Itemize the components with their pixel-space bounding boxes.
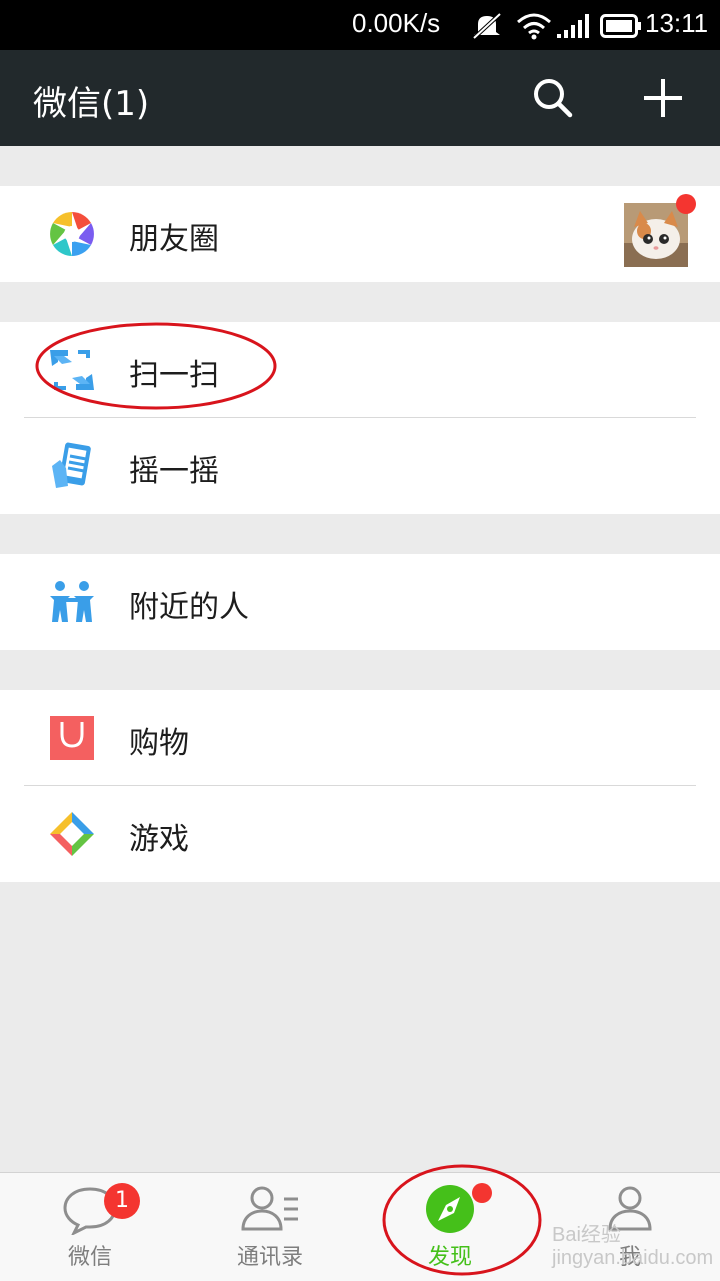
menu-item-label: 游戏	[129, 822, 189, 857]
moments-aperture-icon	[50, 212, 94, 256]
scan-icon	[50, 350, 94, 390]
nearby-group: 附近的人	[0, 554, 720, 650]
unread-badge: 1	[104, 1183, 140, 1219]
people-nearby-icon	[50, 581, 94, 622]
moments-group: 朋友圈	[0, 186, 720, 282]
menu-item-shopping[interactable]: 购物	[0, 690, 720, 786]
add-button[interactable]	[638, 73, 688, 123]
page-title: 微信(1)	[33, 84, 150, 124]
contacts-icon	[241, 1186, 298, 1231]
menu-item-nearby-people[interactable]: 附近的人	[0, 554, 720, 650]
tab-label: 微信	[67, 1245, 112, 1270]
app-header: 微信(1)	[0, 50, 720, 146]
clock: 13:11	[645, 8, 709, 38]
new-moments-dot	[676, 194, 696, 214]
tab-label: 通讯录	[236, 1245, 303, 1270]
wifi-icon	[517, 13, 551, 40]
tab-discover[interactable]: 发现	[360, 1173, 540, 1281]
battery-icon	[600, 14, 641, 38]
menu-item-label: 摇一摇	[129, 454, 219, 489]
shake-phone-icon	[52, 442, 91, 488]
games-icon	[50, 812, 94, 856]
menu-item-scan[interactable]: 扫一扫	[0, 322, 720, 418]
moments-latest-thumbnail	[624, 203, 688, 267]
tab-contacts[interactable]: 通讯录	[180, 1173, 360, 1281]
discover-dot	[472, 1183, 492, 1203]
watermark: Bai经验 jingyan.baidu.com	[552, 1224, 714, 1269]
mute-icon	[472, 12, 502, 40]
status-bar: 0.00K/s 13:11	[0, 0, 720, 50]
menu-item-label: 附近的人	[129, 590, 249, 625]
scan-shake-group: 扫一扫 摇一摇	[0, 322, 720, 514]
search-button[interactable]	[528, 73, 578, 123]
menu-item-games[interactable]: 游戏	[0, 786, 720, 882]
menu-item-label: 朋友圈	[129, 222, 219, 257]
signal-icon	[557, 14, 589, 38]
tab-label: 发现	[427, 1245, 472, 1270]
menu-item-shake[interactable]: 摇一摇	[0, 418, 720, 514]
menu-item-moments[interactable]: 朋友圈	[0, 186, 720, 282]
menu-item-label: 扫一扫	[129, 358, 219, 393]
shopping-bag-icon	[50, 716, 94, 760]
search-icon	[534, 79, 573, 118]
tab-chats[interactable]: 1 微信	[0, 1173, 180, 1281]
plus-icon	[644, 79, 682, 117]
shopping-games-group: 购物 游戏	[0, 690, 720, 882]
compass-icon	[426, 1185, 474, 1233]
network-speed: 0.00K/s	[352, 8, 441, 38]
menu-item-label: 购物	[129, 726, 189, 761]
